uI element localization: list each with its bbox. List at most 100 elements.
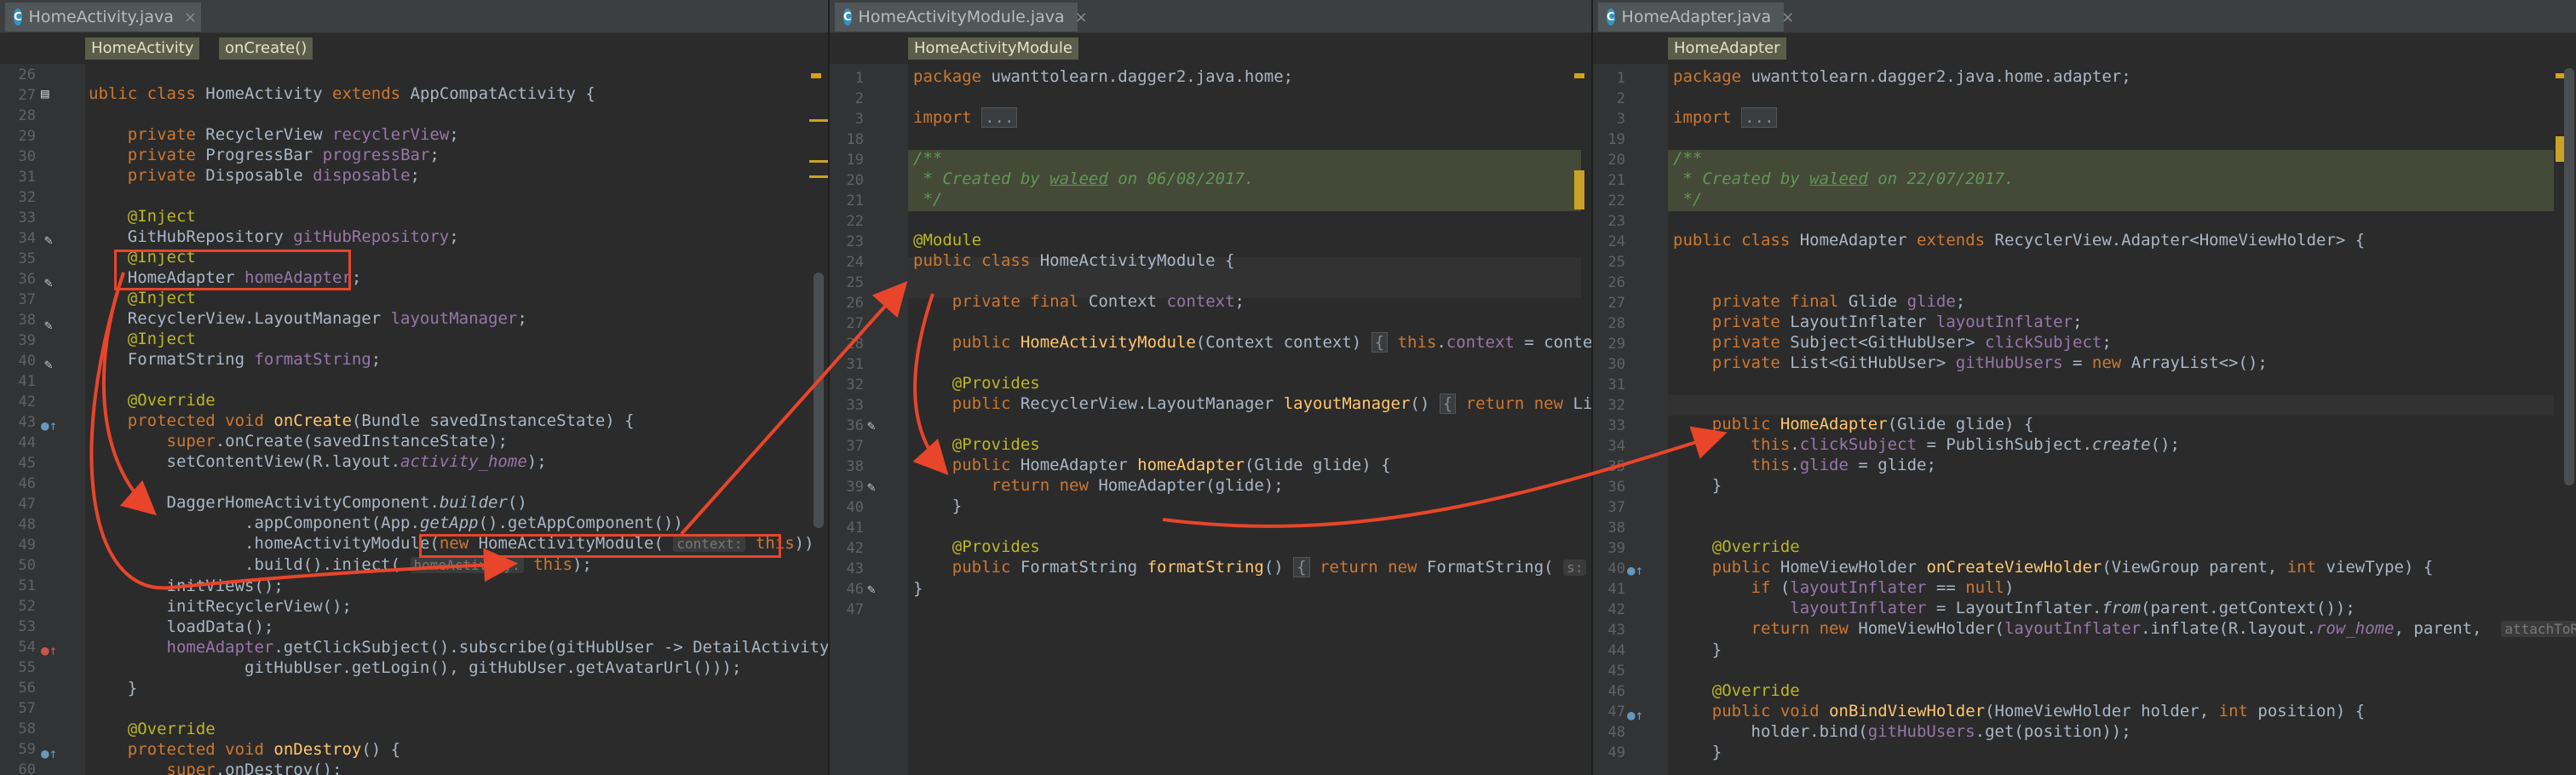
line-number: 32: [18, 189, 36, 206]
line-number: 3: [854, 111, 864, 128]
line-number: 23: [846, 233, 864, 250]
tab-home-activity-module[interactable]: C HomeActivityModule.java ×: [835, 3, 1088, 32]
line-number: 39: [18, 332, 36, 349]
override-icon: ●↑: [1627, 707, 1644, 723]
breadcrumb-class[interactable]: HomeAdapter: [1668, 37, 1786, 60]
line-number: 23: [1607, 213, 1625, 230]
line-number: 41: [846, 520, 864, 537]
tab-bar: C HomeActivityModule.java ×: [830, 0, 1591, 33]
line-number: 32: [846, 376, 864, 393]
scrollbar[interactable]: [814, 273, 824, 528]
line-number: 31: [18, 169, 36, 186]
scrollbar[interactable]: [2564, 68, 2574, 485]
line-number: 29: [1607, 336, 1625, 353]
line-number: 41: [1607, 581, 1625, 598]
line-number: 33: [18, 210, 36, 227]
line-number: 28: [1607, 315, 1625, 332]
line-number: 43: [846, 560, 864, 577]
tab-home-activity[interactable]: C HomeActivity.java ×: [5, 3, 201, 32]
line-number: 37: [846, 438, 864, 455]
pencil-icon: ✎: [44, 317, 53, 333]
breadcrumb-method[interactable]: onCreate(): [219, 37, 313, 60]
line-number: 40: [1607, 560, 1625, 577]
line-number: 54: [18, 639, 36, 656]
pencil-icon: ✎: [867, 581, 876, 597]
pencil-icon: ✎: [44, 232, 53, 248]
line-number: 60: [18, 761, 36, 775]
tab-bar: C HomeActivity.java ×: [0, 0, 828, 33]
line-number: 45: [18, 455, 36, 472]
line-number: 50: [18, 557, 36, 574]
line-number: 3: [1616, 111, 1625, 128]
line-number: 36: [1607, 479, 1625, 496]
tab-label: HomeAdapter.java: [1621, 8, 1772, 26]
line-number: 1: [1616, 70, 1625, 87]
code-area[interactable]: ublic class HomeActivity extends AppComp…: [89, 63, 828, 775]
close-icon[interactable]: ×: [1075, 9, 1088, 26]
line-number: 25: [846, 274, 864, 291]
line-number: 18: [846, 131, 864, 148]
tab-home-adapter[interactable]: C HomeAdapter.java ×: [1598, 3, 1794, 32]
breadcrumb-class[interactable]: HomeActivityModule: [908, 37, 1078, 60]
scroll-marker: [809, 119, 828, 122]
line-number: 47: [1607, 703, 1625, 720]
highlight-box-new-module: [419, 534, 781, 558]
line-number: 2: [1616, 90, 1625, 107]
line-number: 44: [1607, 642, 1625, 659]
line-number: 26: [846, 295, 864, 312]
line-number: 46: [18, 475, 36, 492]
line-number: 26: [1607, 274, 1625, 291]
close-icon[interactable]: ×: [184, 9, 197, 26]
line-number: 20: [1607, 152, 1625, 169]
breadcrumb-class[interactable]: HomeActivity: [85, 37, 200, 60]
line-number: 33: [1607, 417, 1625, 434]
line-number: 43: [18, 414, 36, 431]
line-number: 48: [1607, 724, 1625, 741]
line-number: 31: [846, 356, 864, 373]
line-number: 47: [846, 601, 864, 618]
line-number: 32: [1607, 397, 1625, 414]
line-number: 56: [18, 680, 36, 697]
class-icon: C: [14, 9, 22, 26]
line-number: 37: [18, 291, 36, 308]
line-number: 29: [18, 128, 36, 145]
class-icon: C: [843, 9, 852, 26]
breakpoint-icon: ●↑: [41, 642, 58, 658]
editor-pane-home-activity: C HomeActivity.java × HomeActivity onCre…: [0, 0, 828, 775]
scroll-marker: [809, 160, 828, 163]
line-number: 41: [18, 373, 36, 390]
line-number: 49: [1607, 744, 1625, 761]
line-number: 22: [1607, 192, 1625, 210]
line-number: 21: [846, 192, 864, 210]
line-number: 21: [1607, 172, 1625, 189]
breadcrumb: HomeActivityModule: [830, 33, 1591, 64]
line-number: 43: [1607, 622, 1625, 639]
line-number: 27: [846, 315, 864, 332]
scroll-marker: [811, 73, 821, 78]
line-number: 25: [1607, 254, 1625, 271]
line-number: 34: [18, 230, 36, 247]
line-number: 38: [1607, 520, 1625, 537]
line-number: 51: [18, 577, 36, 594]
line-number: 42: [1607, 601, 1625, 618]
line-number: 57: [18, 700, 36, 717]
line-number: 49: [18, 537, 36, 554]
code-area[interactable]: package uwanttolearn.dagger2.java.home.a…: [1673, 66, 2576, 762]
line-number: 26: [18, 66, 36, 83]
override-icon: ●↑: [1627, 562, 1644, 578]
code-area[interactable]: package uwanttolearn.dagger2.java.home; …: [913, 66, 1591, 619]
line-number: 2: [854, 90, 864, 107]
editor-pane-home-activity-module: C HomeActivityModule.java × HomeActivity…: [830, 0, 1591, 775]
line-number: 59: [18, 741, 36, 758]
close-icon[interactable]: ×: [1781, 9, 1794, 26]
line-number: 47: [18, 496, 36, 513]
tab-label: HomeActivity.java: [28, 8, 174, 26]
line-number: 31: [1607, 376, 1625, 393]
line-number: 30: [1607, 356, 1625, 373]
line-number: 38: [846, 458, 864, 475]
line-number: 36: [846, 417, 864, 434]
breadcrumb: HomeActivity onCreate(): [0, 33, 828, 64]
line-number: 35: [18, 250, 36, 267]
line-number: 42: [18, 393, 36, 410]
line-number: 24: [846, 254, 864, 271]
